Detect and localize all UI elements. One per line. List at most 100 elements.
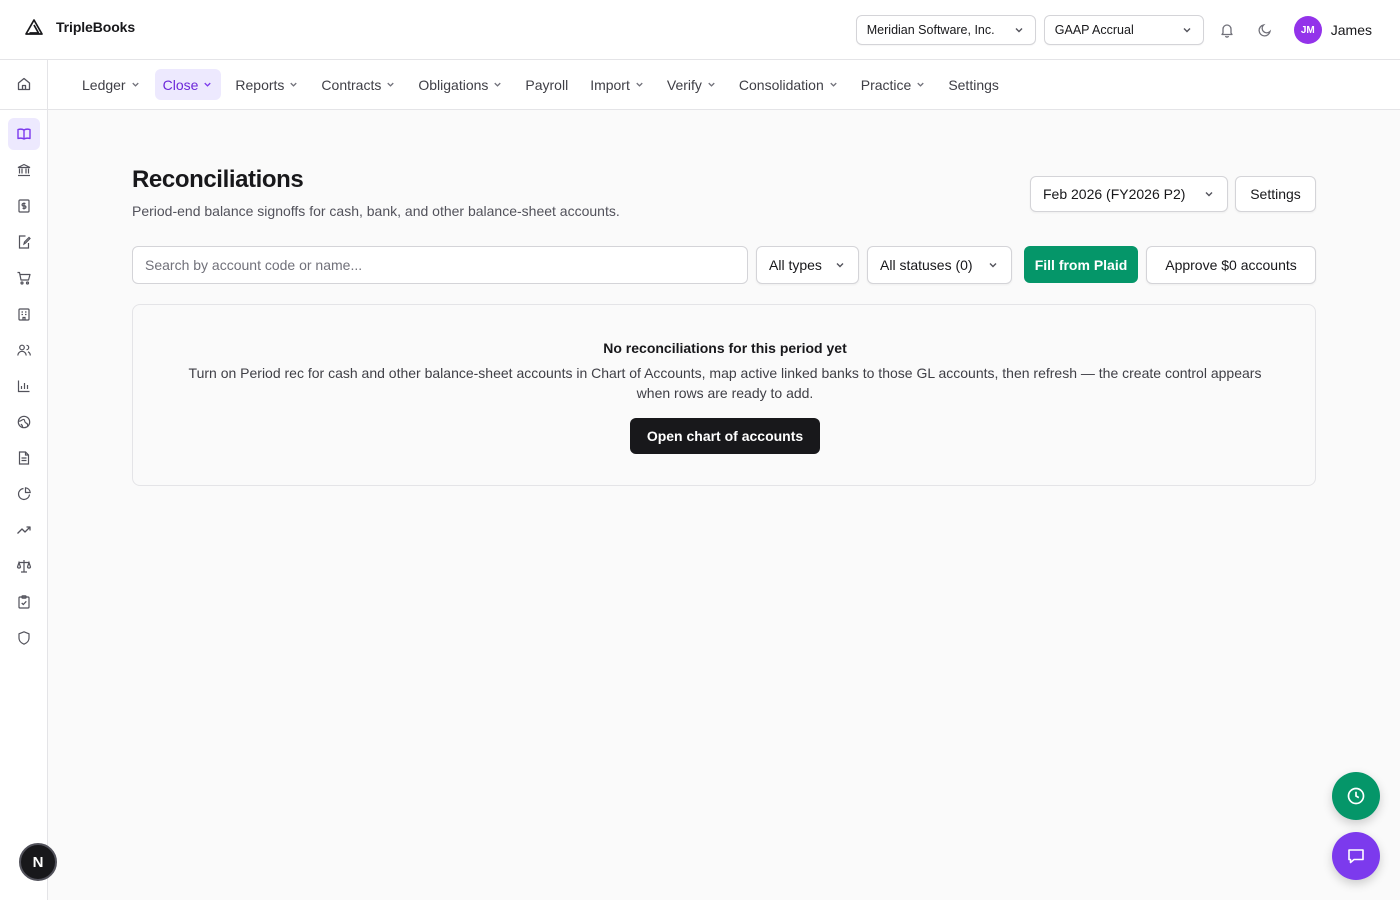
moon-icon <box>1257 22 1273 38</box>
chevron-down-icon <box>492 79 503 90</box>
rail-documents[interactable] <box>8 442 40 474</box>
search-input[interactable] <box>132 246 748 284</box>
entity-select[interactable]: Meridian Software, Inc. <box>855 15 1036 45</box>
fill-from-plaid-button[interactable]: Fill from Plaid <box>1024 246 1138 283</box>
scale-icon <box>16 558 32 574</box>
nav-tab-contracts[interactable]: Contracts <box>313 69 404 100</box>
nav-tab-ledger[interactable]: Ledger <box>74 69 149 100</box>
bell-icon <box>1219 22 1235 38</box>
home-icon <box>16 76 32 92</box>
nav-tabs: Ledger Close Reports Contracts Obligations Pa… <box>74 69 1007 100</box>
dollar-file-icon <box>16 198 32 214</box>
chat-button[interactable] <box>1332 832 1380 880</box>
nav-tab-label: Reports <box>235 76 285 93</box>
rail-billing[interactable] <box>8 190 40 222</box>
notifications-button[interactable] <box>1212 15 1242 45</box>
user-name: James <box>1330 22 1372 38</box>
rail-assets[interactable] <box>8 298 40 330</box>
rail-divider <box>0 109 48 110</box>
nav-tab-verify[interactable]: Verify <box>659 69 725 100</box>
nav-tab-label: Practice <box>860 76 912 93</box>
type-filter-value: All types <box>769 257 822 273</box>
users-icon <box>16 342 32 358</box>
nav-tab-reports[interactable]: Reports <box>227 69 307 100</box>
activity-history-button[interactable] <box>1332 772 1380 820</box>
chevron-down-icon <box>1013 24 1025 36</box>
nav-tab-label: Ledger <box>82 76 126 93</box>
avatar: JM <box>1293 16 1322 44</box>
rail-allocation[interactable] <box>8 478 40 510</box>
nav-tab-practice[interactable]: Practice <box>853 69 935 100</box>
nav-tab-settings[interactable]: Settings <box>940 69 1007 100</box>
accounting-basis-select[interactable]: GAAP Accrual <box>1043 15 1204 45</box>
rail-analytics[interactable] <box>8 370 40 402</box>
rail-purchases[interactable] <box>8 262 40 294</box>
basis-select-value: GAAP Accrual <box>1054 23 1134 37</box>
edit-file-icon <box>16 234 32 250</box>
top-right-controls: Meridian Software, Inc. GAAP Accrual JM … <box>855 15 1372 45</box>
triplebooks-logo-icon <box>24 18 44 36</box>
chevron-down-icon <box>1181 24 1193 36</box>
status-filter-select[interactable]: All statuses (0) <box>867 246 1012 284</box>
rail-journal[interactable] <box>8 226 40 258</box>
book-icon <box>16 126 32 142</box>
rail-books[interactable] <box>8 118 40 150</box>
user-menu[interactable]: JM James <box>1293 16 1372 44</box>
bank-icon <box>16 162 32 178</box>
entity-select-value: Meridian Software, Inc. <box>866 23 995 37</box>
cart-icon <box>16 270 32 286</box>
nav-tab-label: Import <box>590 76 630 93</box>
nav-tab-label: Consolidation <box>738 76 824 93</box>
nav-tab-label: Verify <box>666 76 702 93</box>
bar-chart-icon <box>16 378 32 394</box>
settings-button[interactable]: Settings <box>1235 176 1316 212</box>
chevron-down-icon <box>1203 188 1215 200</box>
rail-trends[interactable] <box>8 514 40 546</box>
chevron-down-icon <box>915 79 926 90</box>
type-filter-select[interactable]: All types <box>756 246 859 284</box>
empty-state-card: No reconciliations for this period yet T… <box>132 304 1316 486</box>
rail-bank[interactable] <box>8 154 40 186</box>
top-bar: TripleBooks Meridian Software, Inc. GAAP… <box>0 0 1400 60</box>
pie-chart-icon <box>16 486 32 502</box>
chevron-down-icon <box>706 79 717 90</box>
empty-state-title: No reconciliations for this period yet <box>603 340 847 356</box>
rail-compliance[interactable] <box>8 550 40 582</box>
building-icon <box>16 306 32 322</box>
next-badge[interactable]: N <box>19 843 57 881</box>
period-select[interactable]: Feb 2026 (FY2026 P2) <box>1030 176 1228 212</box>
chevron-down-icon <box>828 79 839 90</box>
chevron-down-icon <box>634 79 645 90</box>
empty-state-message: Turn on Period rec for cash and other ba… <box>188 365 1262 401</box>
nav-tab-label: Obligations <box>418 76 489 93</box>
rail-home[interactable] <box>8 68 40 100</box>
chat-bubble-icon <box>1346 846 1366 866</box>
trend-icon <box>16 522 32 538</box>
chevron-down-icon <box>202 79 213 90</box>
globe-icon <box>16 414 32 430</box>
rail-people[interactable] <box>8 334 40 366</box>
nav-tab-label: Contracts <box>321 76 382 93</box>
nav-tab-consolidation[interactable]: Consolidation <box>731 69 847 100</box>
open-chart-of-accounts-button[interactable]: Open chart of accounts <box>630 418 820 454</box>
rail-security[interactable] <box>8 622 40 654</box>
nav-tab-obligations[interactable]: Obligations <box>410 69 511 100</box>
chevron-down-icon <box>834 259 846 271</box>
nav-tab-payroll[interactable]: Payroll <box>517 69 576 100</box>
approve-zero-accounts-button[interactable]: Approve $0 accounts <box>1146 246 1316 284</box>
left-rail: N <box>0 60 57 900</box>
theme-toggle-button[interactable] <box>1250 15 1280 45</box>
rail-global[interactable] <box>8 406 40 438</box>
chevron-down-icon <box>288 79 299 90</box>
shield-icon <box>16 630 32 646</box>
rail-tasks[interactable] <box>8 586 40 618</box>
nav-tab-label: Payroll <box>525 76 569 93</box>
clipboard-check-icon <box>16 594 32 610</box>
module-nav: Ledger Close Reports Contracts Obligations Pa… <box>48 60 1400 110</box>
nav-tab-import[interactable]: Import <box>582 69 653 100</box>
page-subtitle: Period-end balance signoffs for cash, ba… <box>132 203 620 219</box>
chevron-down-icon <box>385 79 396 90</box>
nav-tab-close[interactable]: Close <box>154 69 222 100</box>
brand[interactable]: TripleBooks <box>24 18 135 36</box>
document-icon <box>16 450 32 466</box>
